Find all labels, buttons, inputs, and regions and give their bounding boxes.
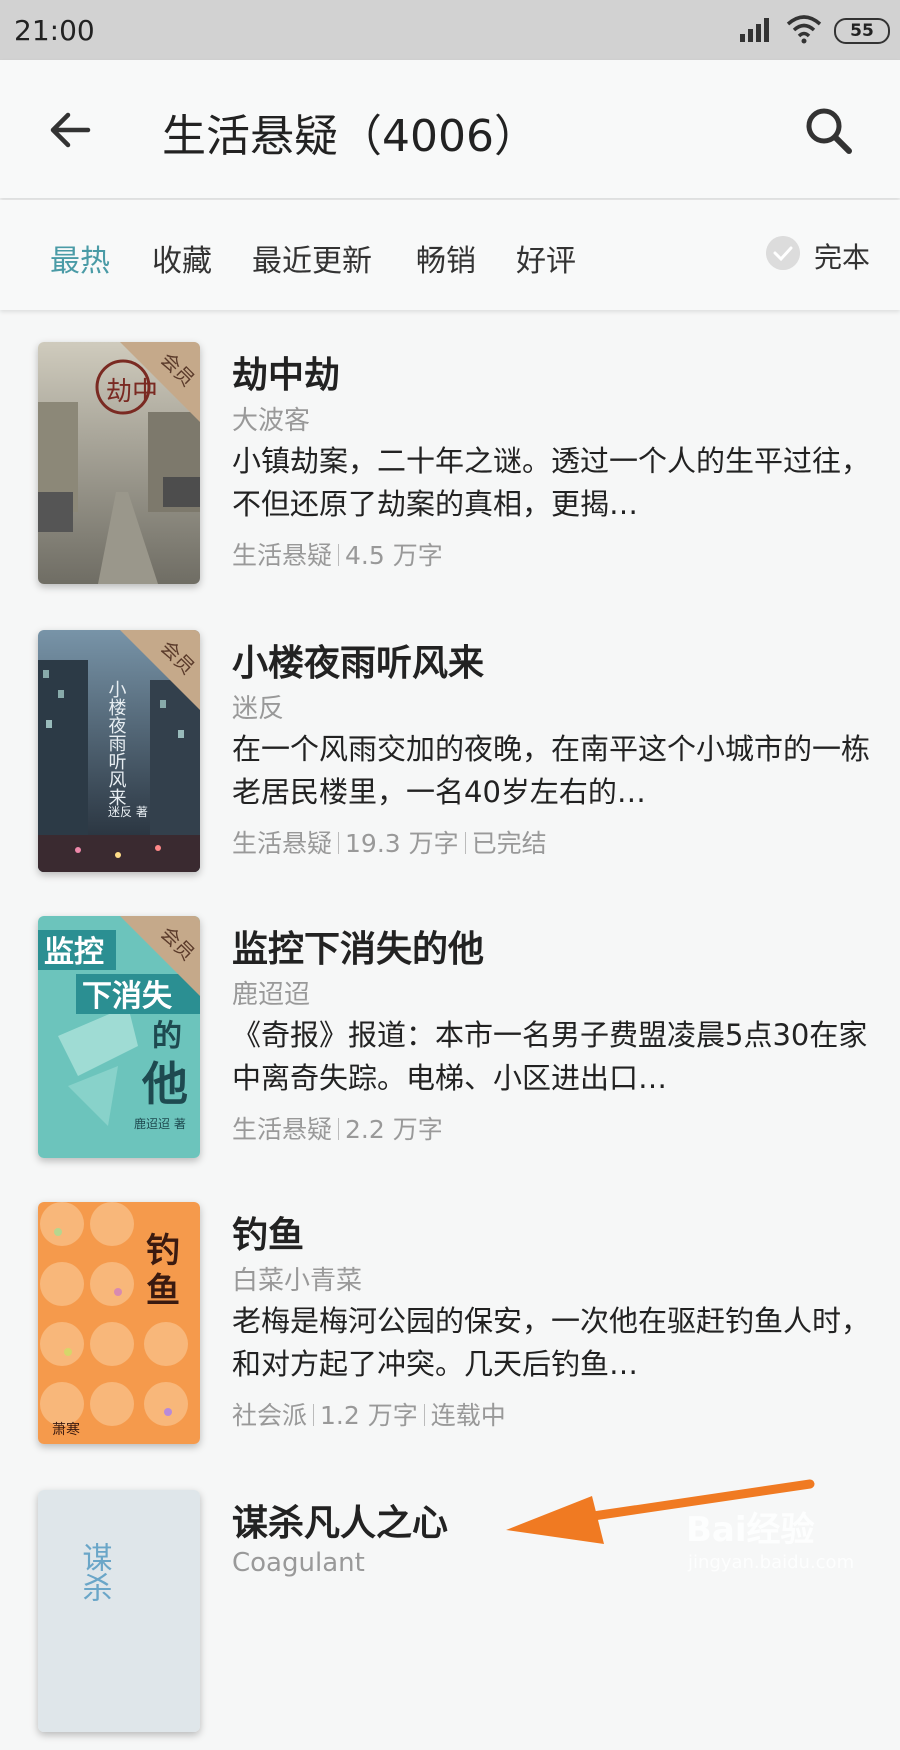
- watermark-url: jingyan.baidu.com: [688, 1552, 855, 1573]
- tab-favorites[interactable]: 收藏: [152, 236, 212, 280]
- book-title[interactable]: 钓鱼: [232, 1206, 304, 1258]
- book-word-count: 2.2 万字: [345, 1115, 443, 1144]
- book-category: 生活悬疑: [232, 541, 333, 570]
- cover-title-text: 监控: [44, 935, 104, 970]
- book-word-count: 1.2 万字: [320, 1401, 418, 1430]
- book-word-count: 19.3 万字: [345, 829, 459, 858]
- app-header: 生活悬疑（4006）: [0, 60, 900, 198]
- book-status: 连载中: [430, 1401, 506, 1430]
- cover-title-text: 谋杀: [77, 1542, 112, 1602]
- book-cover[interactable]: 小楼夜雨听风来 迷反 著 会员: [38, 630, 200, 872]
- filter-bar: 最热 收藏 最近更新 畅销 好评 完本: [0, 200, 900, 310]
- book-cover[interactable]: 劫中 会员: [38, 342, 200, 584]
- book-author[interactable]: 鹿迢迢: [232, 974, 310, 1011]
- book-item[interactable]: 劫中 会员 劫中劫 大波客 小镇劫案，二十年之谜。透过一个人的生平过往，不但还原…: [0, 342, 900, 602]
- cover-author-text: 鹿迢迢 著: [134, 1116, 186, 1131]
- cover-author-text: 萧寒: [52, 1421, 80, 1438]
- book-word-count: 4.5 万字: [345, 541, 443, 570]
- back-arrow-icon[interactable]: [44, 104, 96, 156]
- book-description: 老梅是梅河公园的保安，一次他在驱赶钓鱼人时，和对方起了冲突。几天后钓鱼…: [232, 1304, 871, 1381]
- check-icon: [766, 236, 800, 270]
- book-meta: 生活悬疑 4.5 万字: [232, 536, 443, 572]
- book-meta: 生活悬疑 19.3 万字 已完结: [232, 824, 547, 860]
- wifi-icon: [786, 15, 822, 44]
- cover-title-text: 鱼: [146, 1271, 180, 1311]
- cover-title-text: 钓: [146, 1231, 180, 1271]
- book-title[interactable]: 劫中劫: [232, 346, 340, 398]
- book-title[interactable]: 小楼夜雨听风来: [232, 634, 484, 686]
- cover-title-text: 下消失: [82, 979, 173, 1014]
- book-description: 《奇报》报道：本市一名男子费盟凌晨5点30在家中离奇失踪。电梯、小区进出口…: [232, 1018, 868, 1095]
- book-item[interactable]: 钓 鱼 萧寒 钓鱼 白菜小青菜 老梅是梅河公园的保安，一次他在驱赶钓鱼人时，和对…: [0, 1202, 900, 1462]
- complete-filter-label: 完本: [814, 241, 871, 274]
- tab-hot[interactable]: 最热: [50, 236, 110, 280]
- book-status: 已完结: [471, 829, 547, 858]
- book-description: 小镇劫案，二十年之谜。透过一个人的生平过往，不但还原了劫案的真相，更揭…: [232, 444, 871, 521]
- cover-stamp-text: 劫中: [106, 377, 158, 407]
- book-category: 生活悬疑: [232, 829, 333, 858]
- status-time: 21:00: [14, 14, 95, 47]
- page-title: 生活悬疑（4006）: [162, 111, 538, 162]
- battery-icon: 55: [834, 18, 890, 44]
- book-title[interactable]: 监控下消失的他: [232, 920, 484, 972]
- book-description: 在一个风雨交加的夜晚，在南平这个小城市的一栋老居民楼里，一名40岁左右的…: [232, 732, 871, 809]
- book-category: 社会派: [232, 1401, 308, 1430]
- book-title[interactable]: 谋杀凡人之心: [232, 1494, 448, 1546]
- search-icon[interactable]: [800, 102, 856, 158]
- book-meta: 生活悬疑 2.2 万字: [232, 1110, 443, 1146]
- cover-author-text: 迷反 著: [108, 805, 148, 819]
- cover-title-text: 小楼夜雨听风来: [106, 680, 127, 806]
- tab-recent-update[interactable]: 最近更新: [252, 236, 372, 280]
- book-item[interactable]: 小楼夜雨听风来 迷反 著 会员 小楼夜雨听风来 迷反 在一个风雨交加的夜晚，在南…: [0, 630, 900, 890]
- book-category: 生活悬疑: [232, 1115, 333, 1144]
- watermark-brand: Bai经验: [686, 1510, 815, 1550]
- book-item[interactable]: 监控 下消失 的 他 鹿迢迢 著 会员 监控下消失的他 鹿迢迢 《奇报》报道：本…: [0, 916, 900, 1176]
- book-author[interactable]: 白菜小青菜: [232, 1260, 362, 1297]
- book-meta: 社会派 1.2 万字 连载中: [232, 1396, 506, 1432]
- cover-title-text: 的: [152, 1019, 182, 1054]
- book-author[interactable]: 迷反: [232, 688, 284, 725]
- cover-title-text: 他: [141, 1057, 188, 1111]
- signal-icon: [740, 18, 769, 42]
- book-author[interactable]: Coagulant: [232, 1548, 365, 1578]
- tab-top-rated[interactable]: 好评: [516, 236, 576, 280]
- book-cover[interactable]: 监控 下消失 的 他 鹿迢迢 著 会员: [38, 916, 200, 1158]
- book-author[interactable]: 大波客: [232, 400, 310, 437]
- tab-bestseller[interactable]: 畅销: [416, 236, 476, 280]
- book-cover[interactable]: 钓 鱼 萧寒: [38, 1202, 200, 1444]
- book-cover[interactable]: 谋杀: [38, 1490, 200, 1732]
- status-bar: 21:00 55: [0, 0, 900, 60]
